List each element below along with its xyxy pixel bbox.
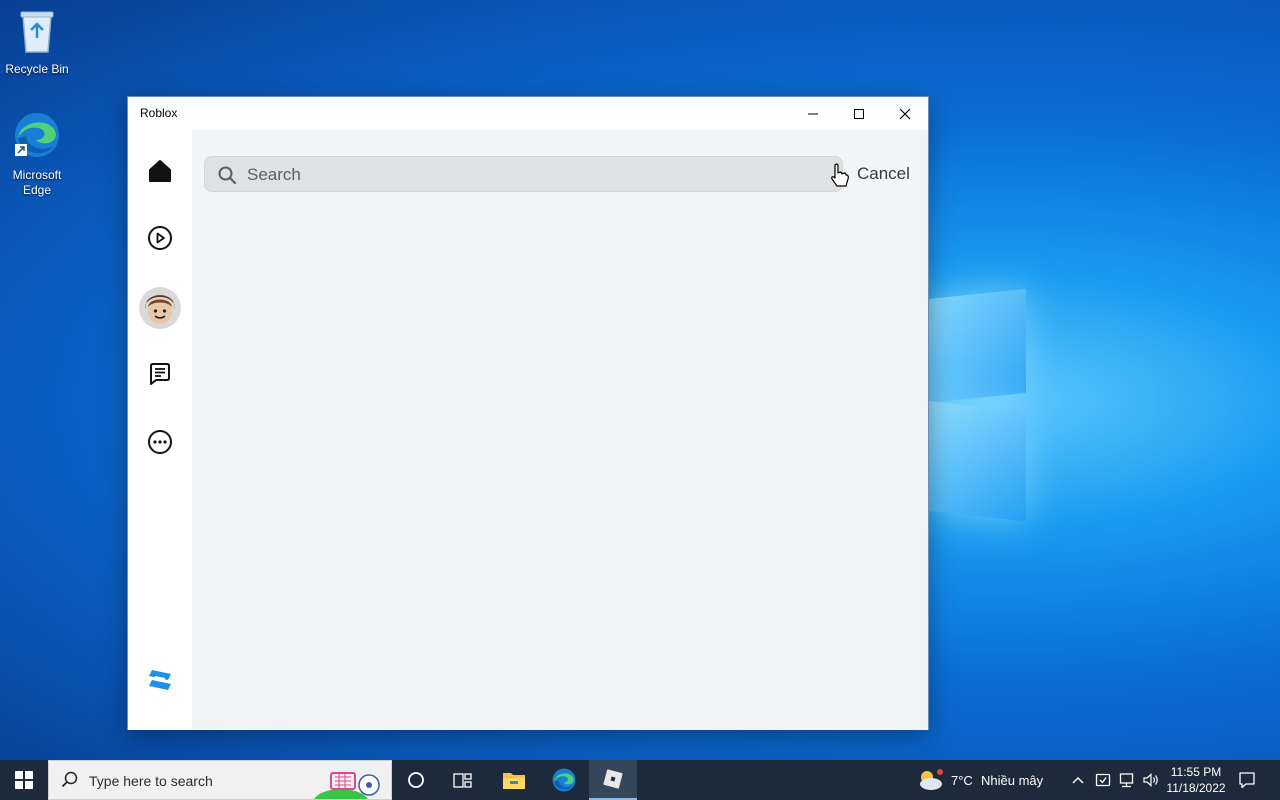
weather-button[interactable]: [912, 760, 948, 800]
search-highlight-icon: [314, 772, 380, 799]
task-view-icon: [453, 773, 472, 788]
recycle-bin-icon: [0, 8, 74, 58]
file-explorer-icon: [503, 773, 525, 789]
search-page: Search Cancel: [192, 130, 928, 730]
task-view-button[interactable]: [441, 760, 485, 800]
start-button[interactable]: [0, 760, 48, 800]
notification-icon: [1239, 772, 1255, 789]
taskbar-clock[interactable]: 11:55 PM 11/18/2022: [1160, 764, 1232, 796]
roblox-window: Roblox Search Cancel: [127, 96, 929, 730]
clock-date: 11/18/2022: [1166, 781, 1226, 795]
sidebar-item-chat[interactable]: [140, 354, 180, 394]
file-explorer-button[interactable]: [490, 760, 538, 800]
roblox-studio-icon: [149, 670, 171, 690]
sidebar-item-play[interactable]: [140, 218, 180, 258]
close-button[interactable]: [882, 97, 928, 130]
roblox-icon: [603, 769, 623, 789]
cortana-icon: [408, 772, 424, 788]
desktop-icon-recycle-bin[interactable]: Recycle Bin: [0, 8, 74, 77]
search-icon: [61, 771, 78, 788]
minimize-icon: [808, 113, 818, 114]
maximize-icon: [854, 108, 864, 119]
security-icon: [1095, 773, 1111, 787]
play-circle-icon: [148, 226, 172, 250]
sidebar-item-more[interactable]: [140, 422, 180, 462]
search-icon: [218, 166, 237, 185]
taskbar-search-box[interactable]: Type here to search: [48, 760, 392, 800]
windows-wallpaper-logo: [926, 282, 1030, 522]
windows-start-icon: [15, 771, 33, 789]
show-hidden-icons-button[interactable]: [1068, 760, 1088, 800]
search-placeholder: Search: [247, 165, 301, 184]
chevron-up-icon: [1072, 777, 1084, 784]
network-tray-button[interactable]: [1116, 760, 1138, 800]
network-icon: [1119, 773, 1134, 788]
weather-temperature: 7°C: [951, 773, 973, 788]
notifications-button[interactable]: [1234, 760, 1260, 800]
maximize-button[interactable]: [836, 97, 882, 130]
home-icon: [149, 160, 171, 182]
edge-icon: [0, 110, 74, 164]
close-icon: [899, 108, 911, 119]
hand-cursor-icon: [831, 163, 849, 187]
sidebar-item-avatar[interactable]: [138, 286, 182, 330]
taskbar: Type here to search 7°C Nhiều mây 11:55 …: [0, 760, 1280, 800]
cloudy-weather-icon: [920, 769, 943, 790]
chat-icon: [150, 363, 170, 385]
cortana-button[interactable]: [394, 760, 438, 800]
taskbar-search-placeholder: Type here to search: [89, 773, 213, 789]
desktop-icon-edge[interactable]: Microsoft Edge: [0, 110, 74, 198]
window-title: Roblox: [140, 106, 178, 120]
more-icon: [148, 430, 172, 454]
desktop-icon-label: Microsoft Edge: [12, 168, 62, 197]
desktop-icon-label: Recycle Bin: [5, 62, 69, 76]
sidebar: [128, 130, 192, 730]
weather-condition: Nhiều mây: [981, 773, 1044, 788]
roblox-studio-button[interactable]: [140, 660, 180, 700]
edge-icon: [552, 768, 576, 792]
edge-taskbar-button[interactable]: [540, 760, 588, 800]
title-bar[interactable]: Roblox: [128, 97, 928, 130]
sidebar-item-home[interactable]: [140, 151, 180, 191]
volume-tray-button[interactable]: [1140, 760, 1162, 800]
security-tray-button[interactable]: [1092, 760, 1114, 800]
volume-icon: [1143, 773, 1158, 787]
avatar-icon: [139, 287, 181, 329]
minimize-button[interactable]: [790, 97, 836, 130]
search-input[interactable]: Search: [204, 156, 843, 192]
cancel-button[interactable]: Cancel: [857, 164, 910, 184]
clock-time: 11:55 PM: [1170, 765, 1222, 779]
roblox-taskbar-button[interactable]: [589, 760, 637, 800]
